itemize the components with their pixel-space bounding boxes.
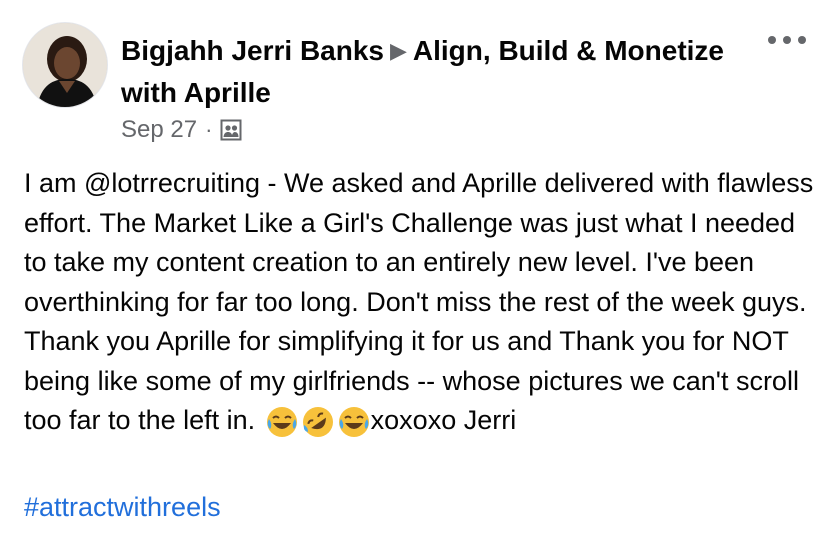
post-meta: Sep 27 · bbox=[121, 114, 242, 146]
more-dot bbox=[768, 36, 776, 44]
avatar-image bbox=[23, 23, 107, 107]
hashtag-link[interactable]: #attractwithreels bbox=[24, 492, 221, 523]
more-dot bbox=[798, 36, 806, 44]
group-members-icon bbox=[220, 119, 242, 141]
post-date-link[interactable]: Sep 27 bbox=[121, 116, 197, 144]
face-with-tears-of-joy-icon bbox=[338, 406, 369, 437]
post-text: I am @lotrrecruiting - We asked and Apri… bbox=[24, 168, 814, 435]
post-signoff: xoxoxo Jerri bbox=[370, 405, 517, 435]
rolling-on-floor-laughing-icon bbox=[302, 406, 333, 437]
face-with-tears-of-joy-icon bbox=[266, 406, 297, 437]
author-avatar[interactable] bbox=[22, 22, 108, 108]
more-dot bbox=[783, 36, 791, 44]
meta-separator: · bbox=[205, 117, 213, 142]
post-body: I am @lotrrecruiting - We asked and Apri… bbox=[24, 164, 814, 441]
author-name-link[interactable]: Bigjahh Jerri Banks bbox=[121, 35, 384, 66]
post-header: Bigjahh Jerri Banks ▶ Align, Build & Monet… bbox=[121, 31, 761, 113]
more-options-icon[interactable] bbox=[768, 30, 806, 50]
shared-to-arrow-icon: ▶ bbox=[389, 38, 407, 63]
emoji-group bbox=[265, 405, 371, 439]
